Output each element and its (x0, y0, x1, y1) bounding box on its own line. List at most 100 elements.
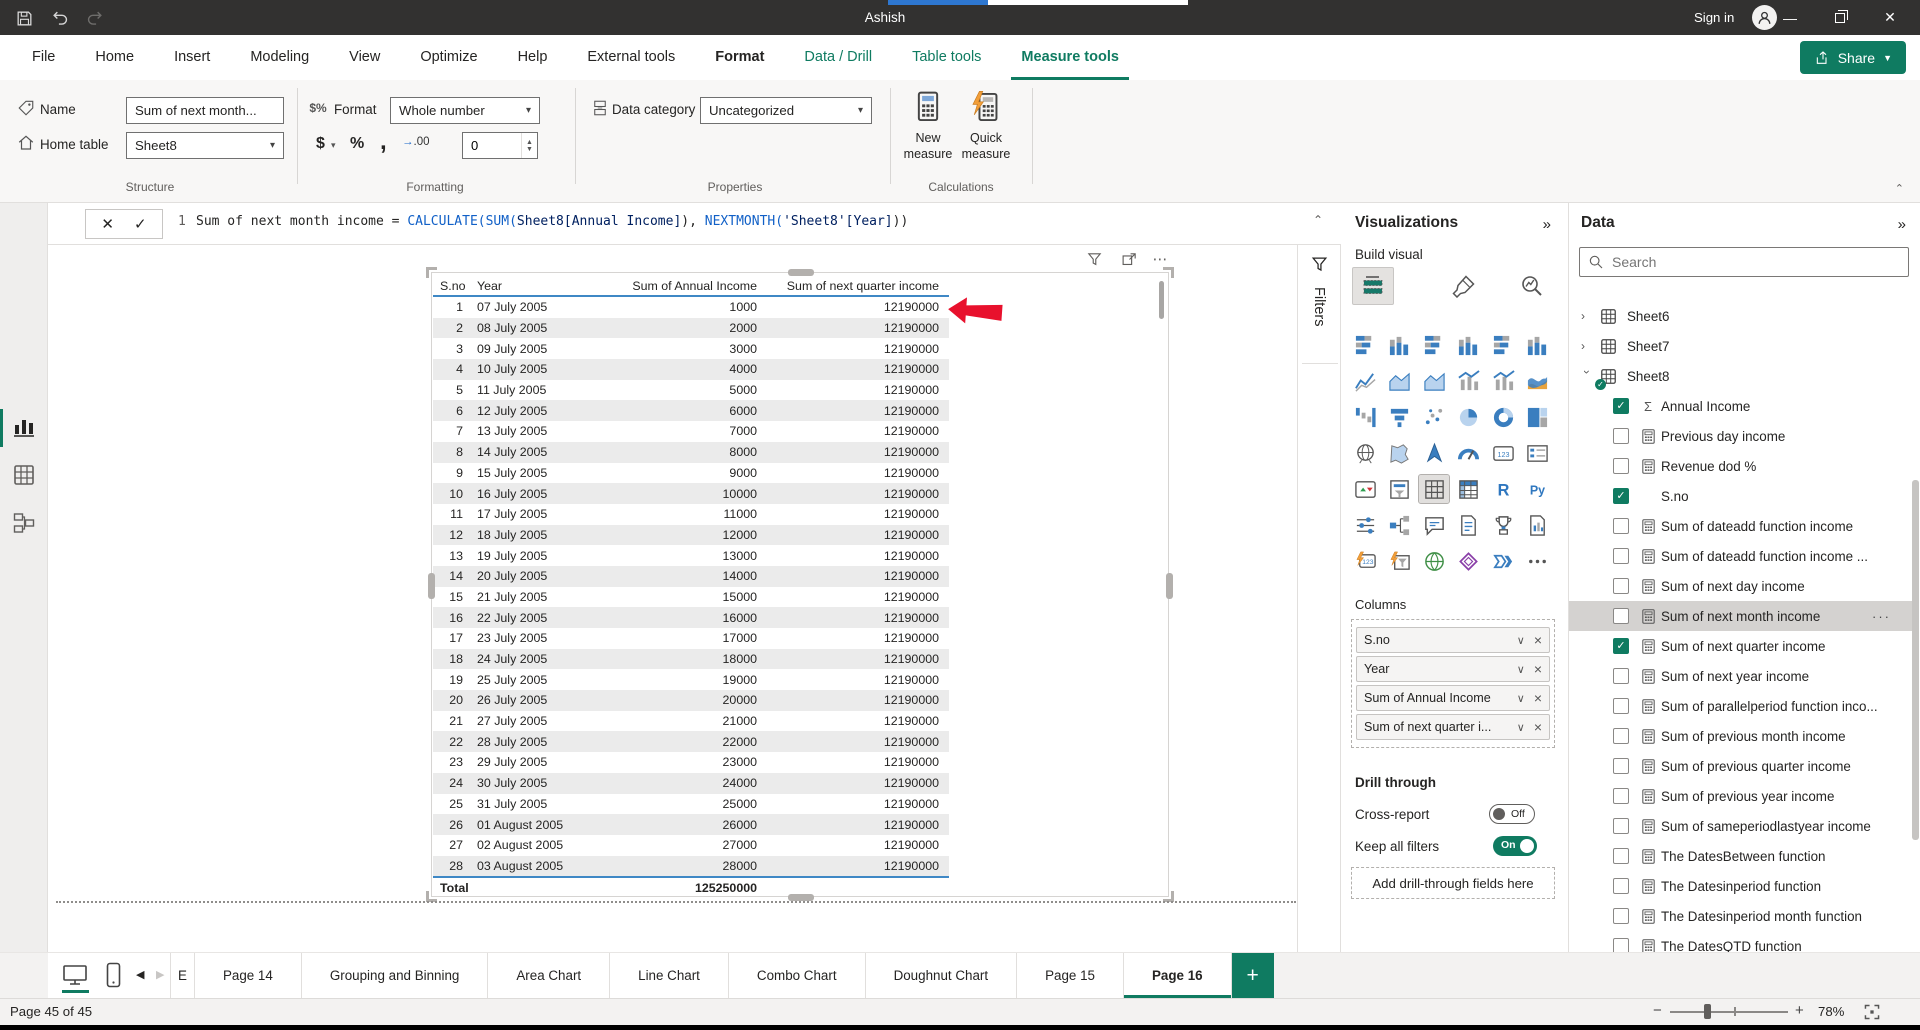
page-tab-combo-chart[interactable]: Combo Chart (729, 953, 866, 999)
stacked-bar-chart-icon[interactable] (1350, 331, 1380, 359)
stacked-area-chart-icon[interactable] (1419, 367, 1449, 395)
ribbon-tab-insert[interactable]: Insert (154, 35, 230, 80)
zoom-slider-thumb[interactable] (1704, 1004, 1711, 1019)
column-header-year[interactable]: Year (470, 279, 612, 293)
field-row-revenue-dod[interactable]: Revenue dod % (1569, 451, 1913, 481)
stepper-up-icon[interactable]: ▲ (526, 139, 533, 146)
format-select[interactable]: Whole number▾ (390, 97, 540, 124)
zoom-in-button[interactable]: + (1795, 1002, 1804, 1019)
ribbon-tab-table-tools[interactable]: Table tools (892, 35, 1001, 80)
funnel-chart-icon[interactable] (1385, 403, 1415, 431)
page-tab-e[interactable]: E (171, 953, 195, 999)
field-row-sum-of-next-month-income[interactable]: Sum of next month income··· (1569, 601, 1913, 631)
previous-page-icon[interactable]: ◀ (136, 968, 144, 981)
waterfall-chart-icon[interactable] (1350, 403, 1380, 431)
field-checkbox[interactable] (1613, 818, 1629, 834)
r-script-visual-icon[interactable]: R (1488, 475, 1518, 503)
field-checkbox[interactable] (1613, 728, 1629, 744)
100-stacked-column-chart-icon[interactable] (1523, 331, 1553, 359)
table-visual[interactable]: S.noYearSum of Annual IncomeSum of next … (431, 272, 1169, 897)
power-automate-trigger-icon[interactable] (1385, 547, 1415, 575)
field-checkbox[interactable] (1613, 908, 1629, 924)
undo-icon[interactable] (50, 8, 70, 28)
scatter-chart-icon[interactable] (1419, 403, 1449, 431)
search-input[interactable] (1612, 254, 1900, 270)
table-view-icon[interactable] (12, 463, 36, 487)
formula-bar-collapse-icon[interactable]: ⌃ (1313, 213, 1323, 227)
field-more-options-icon[interactable]: ··· (1872, 609, 1891, 624)
decimal-places-input[interactable] (463, 138, 521, 153)
restore-button[interactable] (1818, 0, 1862, 35)
filled-map-icon[interactable] (1385, 439, 1415, 467)
new-page-button[interactable]: + (1232, 953, 1274, 999)
page-tab-grouping-and-binning[interactable]: Grouping and Binning (302, 953, 489, 999)
treemap-icon[interactable] (1523, 403, 1553, 431)
field-checkbox[interactable] (1613, 698, 1629, 714)
page-tab-doughnut-chart[interactable]: Doughnut Chart (866, 953, 1018, 999)
field-row-sum-of-next-quarter-income[interactable]: ✓Sum of next quarter income (1569, 631, 1913, 661)
field-dropdown-icon[interactable]: ∨ (1517, 692, 1525, 705)
map-icon[interactable] (1350, 439, 1380, 467)
collapse-ribbon-icon[interactable]: ⌃ (1895, 182, 1904, 195)
100-stacked-bar-chart-icon[interactable] (1488, 331, 1518, 359)
smart-narrative-icon[interactable] (1454, 511, 1484, 539)
home-table-select[interactable]: Sheet8▾ (126, 132, 284, 159)
percent-format-button[interactable]: % (350, 135, 364, 153)
field-row-sum-of-dateadd-function-income[interactable]: Sum of dateadd function income ... (1569, 541, 1913, 571)
filters-pane-collapsed[interactable]: Filters (1297, 245, 1341, 952)
ribbon-tab-external-tools[interactable]: External tools (567, 35, 695, 80)
line-chart-icon[interactable] (1350, 367, 1380, 395)
field-pill-s-no[interactable]: S.no∨× (1356, 627, 1550, 653)
line-and-clustered-column-chart-icon[interactable] (1488, 367, 1518, 395)
matrix-icon[interactable] (1454, 475, 1484, 503)
close-button[interactable]: ✕ (1868, 0, 1912, 35)
field-row-sum-of-dateadd-function-income[interactable]: Sum of dateadd function income (1569, 511, 1913, 541)
field-checkbox[interactable] (1613, 458, 1629, 474)
page-tab-line-chart[interactable]: Line Chart (610, 953, 729, 999)
field-checkbox[interactable] (1613, 788, 1629, 804)
field-row-the-datesbetween-function[interactable]: The DatesBetween function (1569, 841, 1913, 871)
quick-measure-button[interactable]: Quick measure (956, 90, 1016, 162)
python-visual-icon[interactable]: Py (1523, 475, 1553, 503)
line-and-stacked-column-chart-icon[interactable] (1454, 367, 1484, 395)
keep-all-filters-toggle[interactable]: On (1493, 836, 1537, 856)
resize-handle-bottom[interactable] (788, 894, 814, 901)
page-tab-area-chart[interactable]: Area Chart (488, 953, 610, 999)
remove-field-icon[interactable]: × (1534, 632, 1542, 648)
field-dropdown-icon[interactable]: ∨ (1517, 663, 1525, 676)
ribbon-tab-modeling[interactable]: Modeling (230, 35, 329, 80)
power-apps-visual-icon[interactable]: 123 (1350, 547, 1380, 575)
ribbon-tab-measure-tools[interactable]: Measure tools (1001, 35, 1139, 80)
field-checkbox[interactable]: ✓ (1613, 398, 1629, 414)
resize-handle-right[interactable] (1166, 573, 1173, 599)
resize-handle-top[interactable] (788, 269, 814, 276)
tile-slicer-icon[interactable] (1350, 511, 1380, 539)
field-row-the-datesinperiod-function[interactable]: The Datesinperiod function (1569, 871, 1913, 901)
chevron-right-icon[interactable]: › (1581, 309, 1593, 323)
column-header-sum-of-annual-income[interactable]: Sum of Annual Income (612, 279, 764, 293)
dax-formula-bar[interactable]: ✕ ✓ 1 Sum of next month income = CALCULA… (48, 203, 1341, 245)
report-view-icon[interactable] (12, 415, 36, 439)
field-checkbox[interactable] (1613, 668, 1629, 684)
ribbon-tab-optimize[interactable]: Optimize (400, 35, 497, 80)
ribbon-tab-home[interactable]: Home (75, 35, 154, 80)
ribbon-tab-data-drill[interactable]: Data / Drill (784, 35, 892, 80)
field-dropdown-icon[interactable]: ∨ (1517, 721, 1525, 734)
remove-field-icon[interactable]: × (1534, 719, 1542, 735)
kpi-icon[interactable] (1350, 475, 1380, 503)
field-row-sum-of-previous-quarter-income[interactable]: Sum of previous quarter income (1569, 751, 1913, 781)
minimize-button[interactable]: — (1768, 0, 1812, 35)
ribbon-tab-help[interactable]: Help (498, 35, 568, 80)
decimal-places-stepper[interactable]: ▲▼ (462, 132, 538, 159)
get-more-visuals-icon[interactable] (1523, 547, 1553, 575)
field-checkbox[interactable] (1613, 608, 1629, 624)
arcgis-map-icon[interactable] (1419, 547, 1449, 575)
next-page-icon[interactable]: ▶ (156, 968, 164, 981)
data-category-select[interactable]: Uncategorized▾ (700, 97, 872, 124)
field-checkbox[interactable] (1613, 878, 1629, 894)
chevron-right-icon[interactable]: › (1581, 339, 1593, 353)
field-row-sum-of-previous-month-income[interactable]: Sum of previous month income (1569, 721, 1913, 751)
qa-visual-icon[interactable] (1419, 511, 1449, 539)
field-row-sum-of-previous-year-income[interactable]: Sum of previous year income (1569, 781, 1913, 811)
field-row-sum-of-next-year-income[interactable]: Sum of next year income (1569, 661, 1913, 691)
